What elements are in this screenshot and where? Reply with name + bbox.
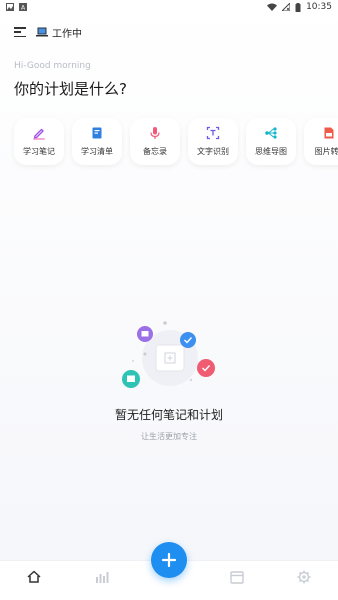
empty-state-illustration — [122, 321, 215, 388]
shortcut-label: 文字识别 — [197, 147, 229, 156]
status-bar: A 10:35 — [0, 0, 338, 14]
shortcut-label: 图片转P — [314, 147, 338, 156]
home-icon[interactable] — [26, 569, 42, 585]
shortcut-study-list[interactable]: 学习清单 — [72, 118, 122, 165]
greeting-text: Hi-Good morning — [14, 61, 91, 71]
empty-state-title: 暂无任何笔记和计划 — [114, 408, 223, 422]
pencil-icon — [33, 128, 45, 140]
shortcut-label: 备忘录 — [143, 147, 167, 156]
gallery-notification-icon — [6, 3, 14, 11]
gear-icon[interactable] — [296, 569, 312, 585]
shortcut-study-notes[interactable]: 学习笔记 — [14, 118, 64, 165]
empty-state-subtitle: 让生活更加专注 — [141, 432, 197, 441]
top-bar: 工作中 — [14, 24, 82, 40]
shortcut-label: 学习清单 — [81, 147, 113, 156]
shortcut-mind-map[interactable]: 思维导图 — [246, 118, 296, 165]
notebook-icon — [92, 127, 102, 139]
plus-icon — [161, 552, 177, 568]
add-button[interactable] — [151, 542, 187, 578]
illustration-check-bubble-blue — [180, 332, 196, 348]
shortcut-text-recognition[interactable]: 文字识别 — [188, 118, 238, 165]
app-notification-icon: A — [19, 3, 27, 11]
shortcut-row: 学习笔记 学习清单 备忘录 文字识别 思维导图 图片转 — [14, 118, 338, 165]
work-status[interactable]: 工作中 — [36, 25, 82, 40]
work-status-label: 工作中 — [52, 28, 82, 40]
battery-icon — [295, 2, 301, 12]
chart-icon[interactable] — [94, 569, 110, 585]
wifi-icon — [267, 3, 278, 11]
illustration-check-bubble-red — [197, 359, 215, 377]
image-pdf-icon — [324, 127, 334, 139]
shortcut-image-to-pdf[interactable]: 图片转P — [304, 118, 338, 165]
scan-text-icon — [206, 126, 220, 140]
page-headline: 你的计划是什么? — [14, 80, 127, 98]
menu-icon[interactable] — [14, 27, 26, 37]
microphone-icon — [150, 127, 160, 139]
status-left: A — [6, 3, 27, 11]
shortcut-label: 学习笔记 — [23, 147, 55, 156]
laptop-icon — [36, 27, 48, 37]
signal-off-icon — [282, 3, 291, 11]
shortcut-memo[interactable]: 备忘录 — [130, 118, 180, 165]
calendar-icon[interactable] — [229, 569, 245, 585]
status-time: 10:35 — [306, 2, 332, 12]
shortcut-label: 思维导图 — [255, 147, 287, 156]
mindmap-icon — [265, 127, 277, 139]
status-right: 10:35 — [267, 2, 332, 12]
